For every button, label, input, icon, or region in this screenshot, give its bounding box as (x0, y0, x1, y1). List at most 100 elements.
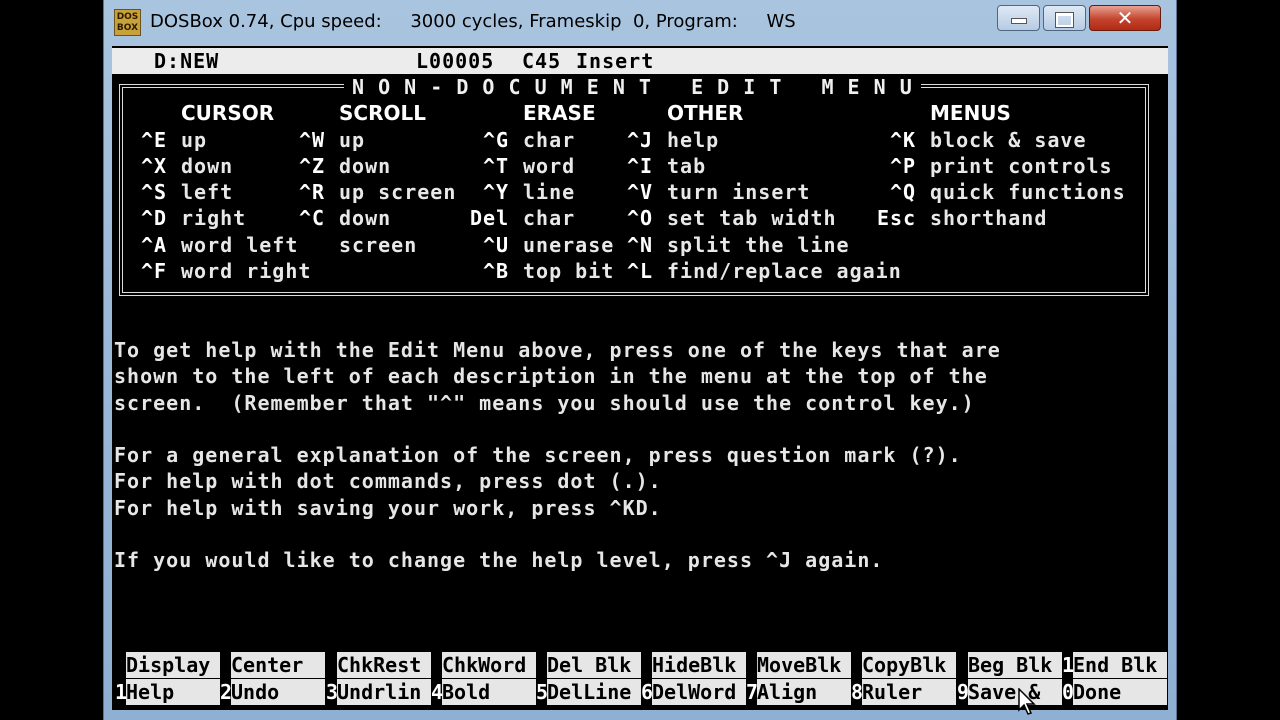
fkey-shift-label[interactable]: Beg Blk (968, 652, 1062, 678)
menu-key: ^P (890, 154, 917, 178)
menu-header-erase: ERASE (523, 101, 596, 125)
fkey-shift-label[interactable]: ChkWord (442, 652, 536, 678)
help-line: For help with dot commands, press dot (.… (114, 469, 662, 493)
window-title: DOSBox 0.74, Cpu speed: 3000 cycles, Fra… (150, 11, 796, 32)
menu-item-label: screen (339, 233, 418, 257)
fkey-number: 1 (115, 680, 128, 704)
status-bar: D:NEW L00005 C45 Insert (112, 48, 1168, 74)
fkey-shift-label[interactable]: MoveBlk (757, 652, 851, 678)
menu-item-label: char (523, 128, 576, 152)
menu-item-label: turn insert (667, 180, 811, 204)
menu-key: ^R (299, 180, 326, 204)
menu-item-label: down (181, 154, 234, 178)
help-line: If you would like to change the help lev… (114, 548, 884, 572)
help-line: shown to the left of each description in… (114, 364, 988, 388)
menu-item-label: help (667, 128, 720, 152)
fkey-action[interactable]: DelWord (652, 679, 746, 705)
minimize-button[interactable] (997, 5, 1040, 31)
menu-key: ^G (483, 128, 510, 152)
edit-menu-title: N O N - D O C U M E N T E D I T M E N U (344, 74, 921, 100)
menu-item-label: word (523, 154, 576, 178)
menu-item-label: line (523, 180, 576, 204)
maximize-button[interactable] (1043, 5, 1086, 31)
status-line: L00005 (416, 49, 495, 73)
left-letterbox (0, 0, 103, 720)
fkey-number: 1 (1062, 653, 1075, 677)
function-key-bar: Display Center ChkRest ChkWord Del Blk H… (112, 652, 1168, 710)
menu-item-label: up screen (339, 180, 457, 204)
fkey-action[interactable]: DelLine (547, 679, 641, 705)
menu-header-other: OTHER (667, 101, 744, 125)
dosbox-window: DOS BOX DOSBox 0.74, Cpu speed: 3000 cycl… (103, 0, 1177, 720)
status-mode: Insert (576, 49, 655, 73)
minimize-icon (1010, 18, 1027, 24)
menu-key: ^Z (299, 154, 326, 178)
mouse-pointer-icon (1018, 688, 1036, 715)
fkey-shift-label[interactable]: Display (126, 652, 220, 678)
menu-key: ^S (141, 180, 168, 204)
menu-key: ^A (141, 233, 168, 257)
menu-key: ^B (483, 259, 510, 283)
help-line: To get help with the Edit Menu above, pr… (114, 338, 1001, 362)
fkey-number: 0 (1062, 680, 1075, 704)
menu-key: ^Y (483, 180, 510, 204)
menu-key: Del (470, 206, 510, 230)
menu-key: ^X (141, 154, 168, 178)
fkey-action[interactable]: Save & (968, 679, 1062, 705)
help-line: For a general explanation of the screen,… (114, 443, 962, 467)
menu-key: ^U (483, 233, 510, 257)
fkey-number: 4 (431, 680, 444, 704)
fkey-number: 9 (957, 680, 970, 704)
menu-key: ^V (627, 180, 654, 204)
right-letterbox (1177, 0, 1280, 720)
menu-item-label: char (523, 206, 576, 230)
fkey-shift-label[interactable]: Del Blk (547, 652, 641, 678)
menu-item-label: find/replace again (667, 259, 902, 283)
dos-screen[interactable]: D:NEW L00005 C45 Insert N O N - D O C U … (112, 46, 1168, 710)
menu-key: ^K (890, 128, 917, 152)
fkey-number: 3 (326, 680, 339, 704)
menu-key: ^F (141, 259, 168, 283)
menu-item-label: right (181, 206, 247, 230)
fkey-action[interactable]: Done (1073, 679, 1167, 705)
menu-key: ^N (627, 233, 654, 257)
menu-item-label: print controls (930, 154, 1113, 178)
fkey-shift-label[interactable]: End Blk (1073, 652, 1167, 678)
fkey-action[interactable]: Bold (442, 679, 536, 705)
close-icon: ✕ (1116, 6, 1134, 30)
menu-header-scroll: SCROLL (339, 101, 426, 125)
menu-item-label: down (339, 206, 392, 230)
menu-key: ^E (141, 128, 168, 152)
fkey-shift-label[interactable]: Center (231, 652, 325, 678)
menu-item-label: quick functions (930, 180, 1126, 204)
menu-item-label: split the line (667, 233, 850, 257)
menu-item-label: left (181, 180, 234, 204)
menu-item-label: up (181, 128, 208, 152)
fkey-shift-label[interactable]: ChkRest (337, 652, 431, 678)
fkey-action[interactable]: Ruler (862, 679, 956, 705)
menu-key: ^I (627, 154, 654, 178)
fkey-shift-label[interactable]: HideBlk (652, 652, 746, 678)
help-line: For help with saving your work, press ^K… (114, 496, 662, 520)
status-column: C45 (522, 49, 562, 73)
fkey-action[interactable]: Align (757, 679, 851, 705)
dosbox-app-icon[interactable]: DOS BOX (114, 9, 141, 36)
menu-key: Esc (877, 206, 917, 230)
title-bar[interactable]: DOS BOX DOSBox 0.74, Cpu speed: 3000 cycl… (104, 0, 1176, 46)
menu-item-label: set tab width (667, 206, 837, 230)
help-line: screen. (Remember that "^" means you sho… (114, 391, 975, 415)
close-button[interactable]: ✕ (1089, 5, 1161, 31)
fkey-action[interactable]: Undrlin (337, 679, 431, 705)
menu-item-label: up (339, 128, 366, 152)
menu-key: ^W (299, 128, 326, 152)
menu-item-label: word right (181, 259, 312, 283)
maximize-icon (1055, 12, 1074, 28)
menu-item-label: down (339, 154, 392, 178)
status-filename: D:NEW (154, 49, 220, 73)
menu-key: ^J (627, 128, 654, 152)
fkey-action[interactable]: Help (126, 679, 220, 705)
fkey-action[interactable]: Undo (231, 679, 325, 705)
fkey-shift-label[interactable]: CopyBlk (862, 652, 956, 678)
menu-key: ^O (627, 206, 654, 230)
fkey-number: 5 (536, 680, 549, 704)
